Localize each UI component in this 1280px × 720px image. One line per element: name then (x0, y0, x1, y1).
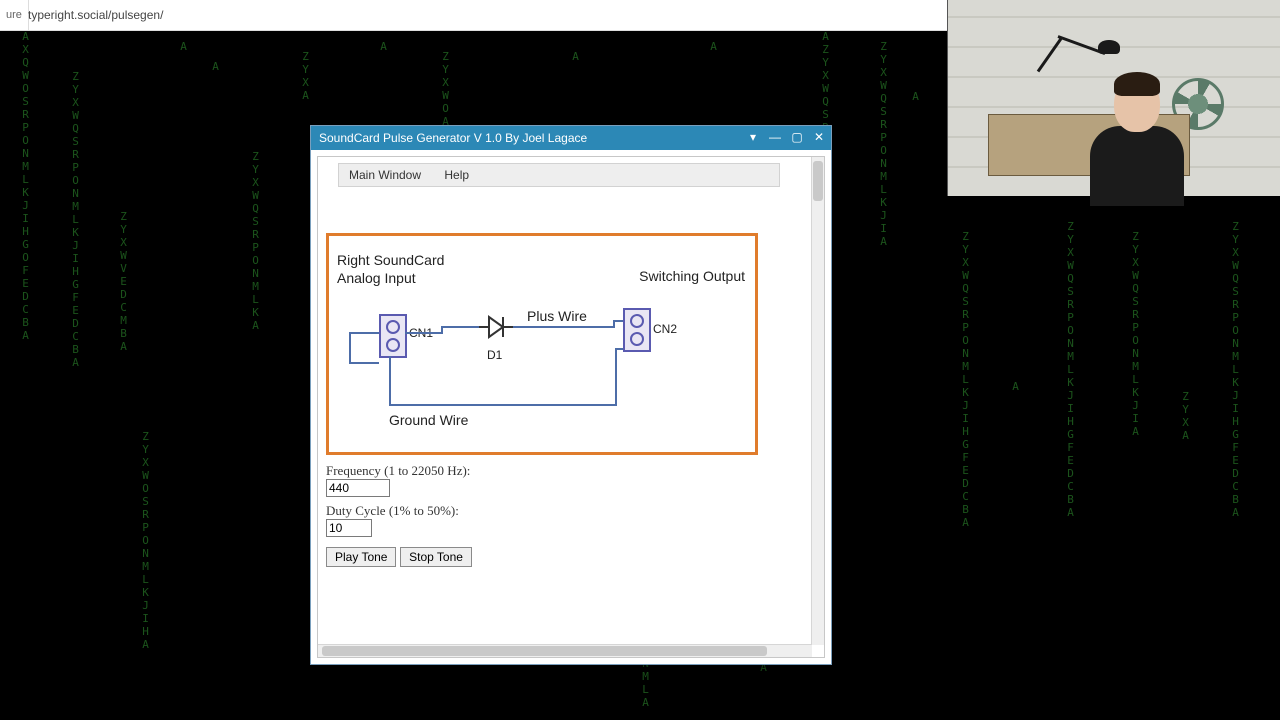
frequency-label: Frequency (1 to 22050 Hz): (326, 463, 806, 479)
plus-wire-label: Plus Wire (527, 308, 587, 324)
vertical-scrollbar[interactable] (811, 157, 824, 645)
url-text[interactable]: typeright.social/pulsegen/ (28, 0, 163, 30)
client-area: Main Window Help Right SoundCard Analog … (317, 156, 825, 658)
menu-main-window[interactable]: Main Window (339, 164, 431, 186)
input-label-2: Analog Input (337, 270, 416, 286)
menu-help[interactable]: Help (434, 164, 479, 186)
connector-cn2 (623, 308, 651, 352)
window-title: SoundCard Pulse Generator V 1.0 By Joel … (319, 131, 587, 145)
secure-indicator: ure (0, 0, 29, 30)
browser-address-bar: ure typeright.social/pulsegen/ (0, 0, 948, 31)
minimize-icon[interactable]: — (767, 129, 783, 145)
webcam-overlay (947, 0, 1280, 196)
pin-icon[interactable]: ▾ (745, 129, 761, 145)
close-icon[interactable]: ✕ (811, 129, 827, 145)
d1-label: D1 (487, 348, 502, 362)
diode-d1 (479, 314, 513, 340)
duty-cycle-label: Duty Cycle (1% to 50%): (326, 503, 806, 519)
connector-cn1 (379, 314, 407, 358)
stop-tone-button[interactable]: Stop Tone (400, 547, 472, 567)
play-tone-button[interactable]: Play Tone (326, 547, 396, 567)
output-label: Switching Output (639, 268, 745, 284)
input-label-1: Right SoundCard (337, 252, 444, 268)
frequency-input[interactable] (326, 479, 390, 497)
circuit-diagram: Right SoundCard Analog Input Switching O… (326, 233, 758, 455)
app-window: SoundCard Pulse Generator V 1.0 By Joel … (310, 125, 832, 665)
duty-cycle-input[interactable] (326, 519, 372, 537)
cn2-label: CN2 (653, 322, 677, 336)
controls-form: Frequency (1 to 22050 Hz): Duty Cycle (1… (326, 463, 806, 567)
horizontal-scrollbar[interactable] (318, 644, 812, 657)
menu-bar: Main Window Help (338, 163, 780, 187)
ground-wire-label: Ground Wire (389, 412, 468, 428)
maximize-icon[interactable]: ▢ (789, 129, 805, 145)
window-titlebar[interactable]: SoundCard Pulse Generator V 1.0 By Joel … (311, 126, 831, 150)
presenter (1082, 66, 1192, 196)
